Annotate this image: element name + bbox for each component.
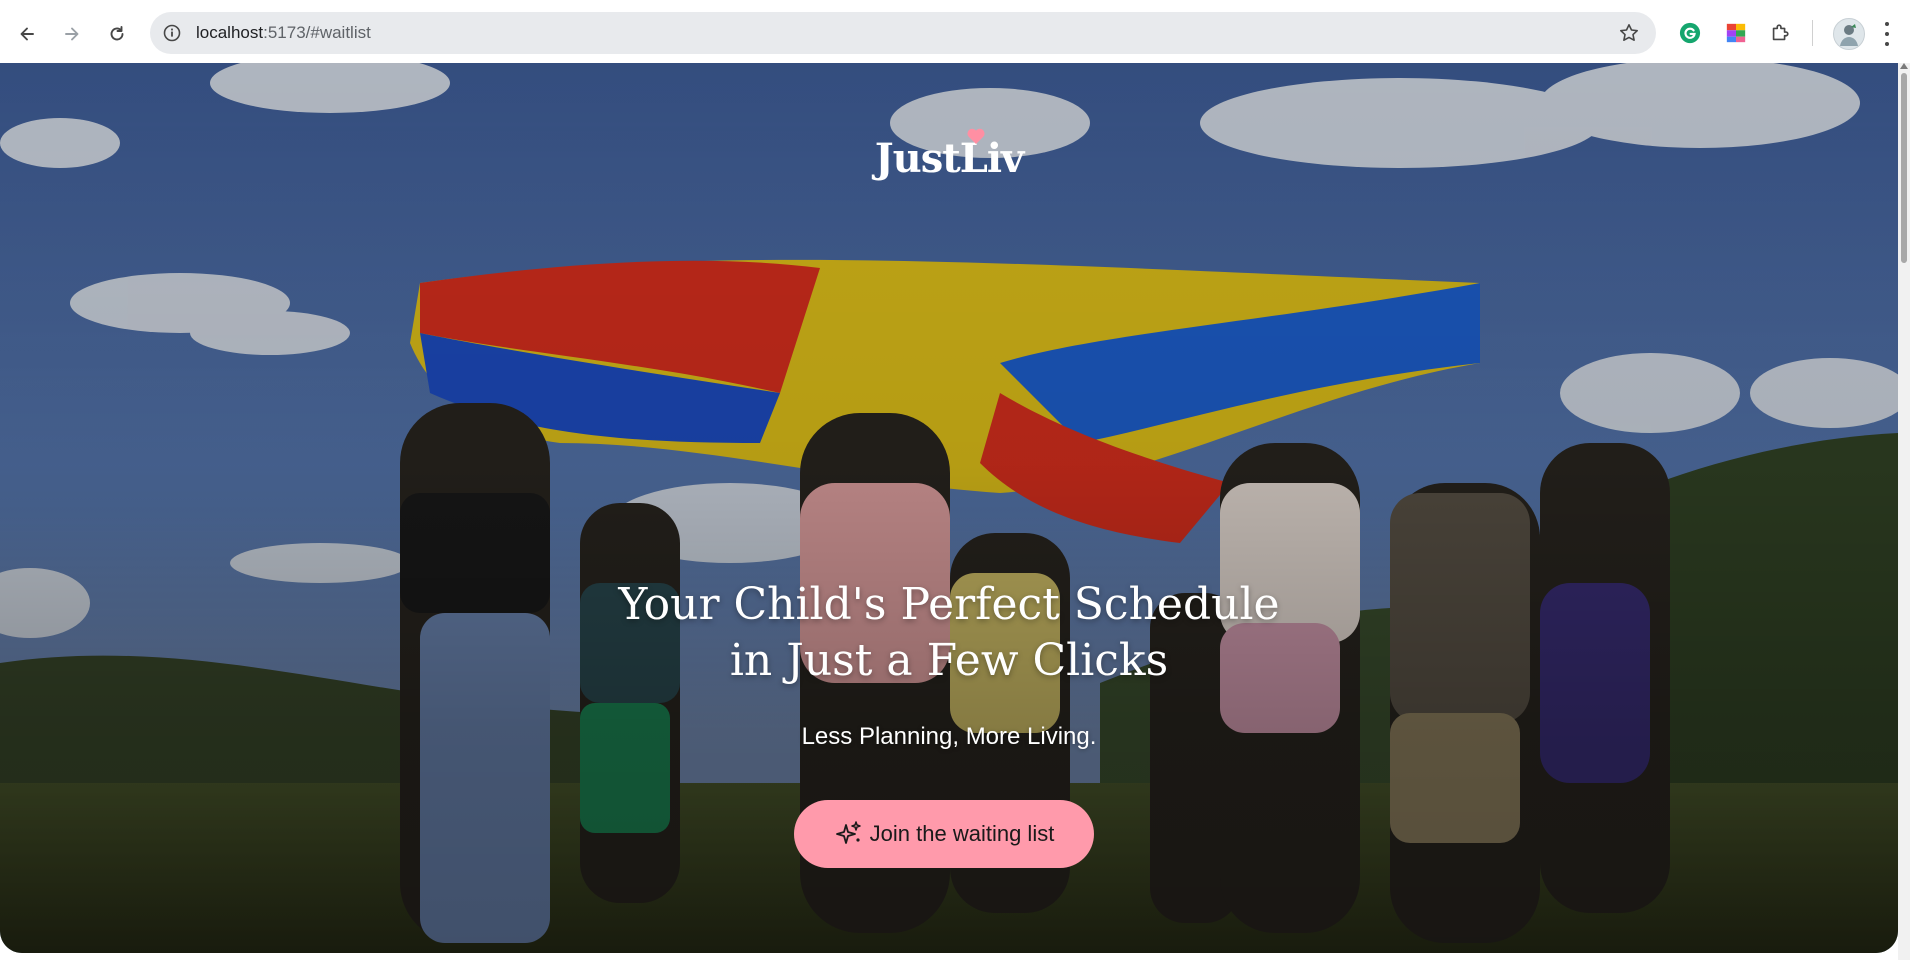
forward-button[interactable]: [55, 17, 89, 51]
page-viewport: JustLiv Your Child's Perfect Schedule in…: [0, 63, 1898, 953]
back-arrow-icon: [20, 27, 34, 41]
url-path: :5173/#waitlist: [263, 23, 371, 42]
grammarly-icon: [1679, 22, 1701, 44]
heart-icon: [967, 128, 985, 144]
headline-line-1: Your Child's Perfect Schedule: [618, 579, 1280, 630]
hero-headline: Your Child's Perfect Schedule in Just a …: [0, 577, 1898, 689]
url-host: localhost: [196, 23, 264, 42]
profile-avatar-icon: [1840, 24, 1858, 46]
headline-line-2: in Just a Few Clicks: [729, 635, 1169, 686]
color-palette-extension-button[interactable]: [1724, 21, 1748, 45]
back-button[interactable]: [10, 17, 44, 51]
browser-toolbar: localhost:5173/#waitlist: [0, 0, 1910, 64]
bookmark-star-icon[interactable]: [1618, 22, 1640, 44]
reload-button[interactable]: [100, 17, 134, 51]
page-scrollbar[interactable]: [1898, 63, 1910, 960]
extensions-button[interactable]: [1768, 21, 1792, 45]
profile-avatar[interactable]: [1833, 18, 1865, 50]
hero-subheadline: Less Planning, More Living.: [801, 723, 1097, 750]
forward-arrow-icon: [65, 27, 79, 41]
scrollbar-thumb[interactable]: [1901, 73, 1907, 263]
cta-label: Join the waiting list: [869, 821, 1055, 846]
toolbar-divider: [1812, 20, 1813, 46]
scroll-up-arrow-icon[interactable]: [1900, 63, 1908, 69]
address-bar[interactable]: localhost:5173/#waitlist: [150, 12, 1656, 54]
join-waitlist-button[interactable]: Join the waiting list: [794, 800, 1094, 868]
url-text[interactable]: localhost:5173/#waitlist: [196, 23, 371, 43]
logo-text: JustLiv: [874, 135, 1025, 182]
reload-icon: [110, 26, 124, 41]
justliv-logo[interactable]: JustLiv: [0, 128, 1898, 182]
sparkles-icon: [835, 821, 861, 844]
more-menu-icon[interactable]: [1880, 22, 1894, 46]
color-palette-icon: [1726, 23, 1746, 43]
extensions-puzzle-icon: [1772, 24, 1789, 41]
grammarly-extension-button[interactable]: [1678, 21, 1702, 45]
site-info-icon[interactable]: [162, 23, 182, 43]
